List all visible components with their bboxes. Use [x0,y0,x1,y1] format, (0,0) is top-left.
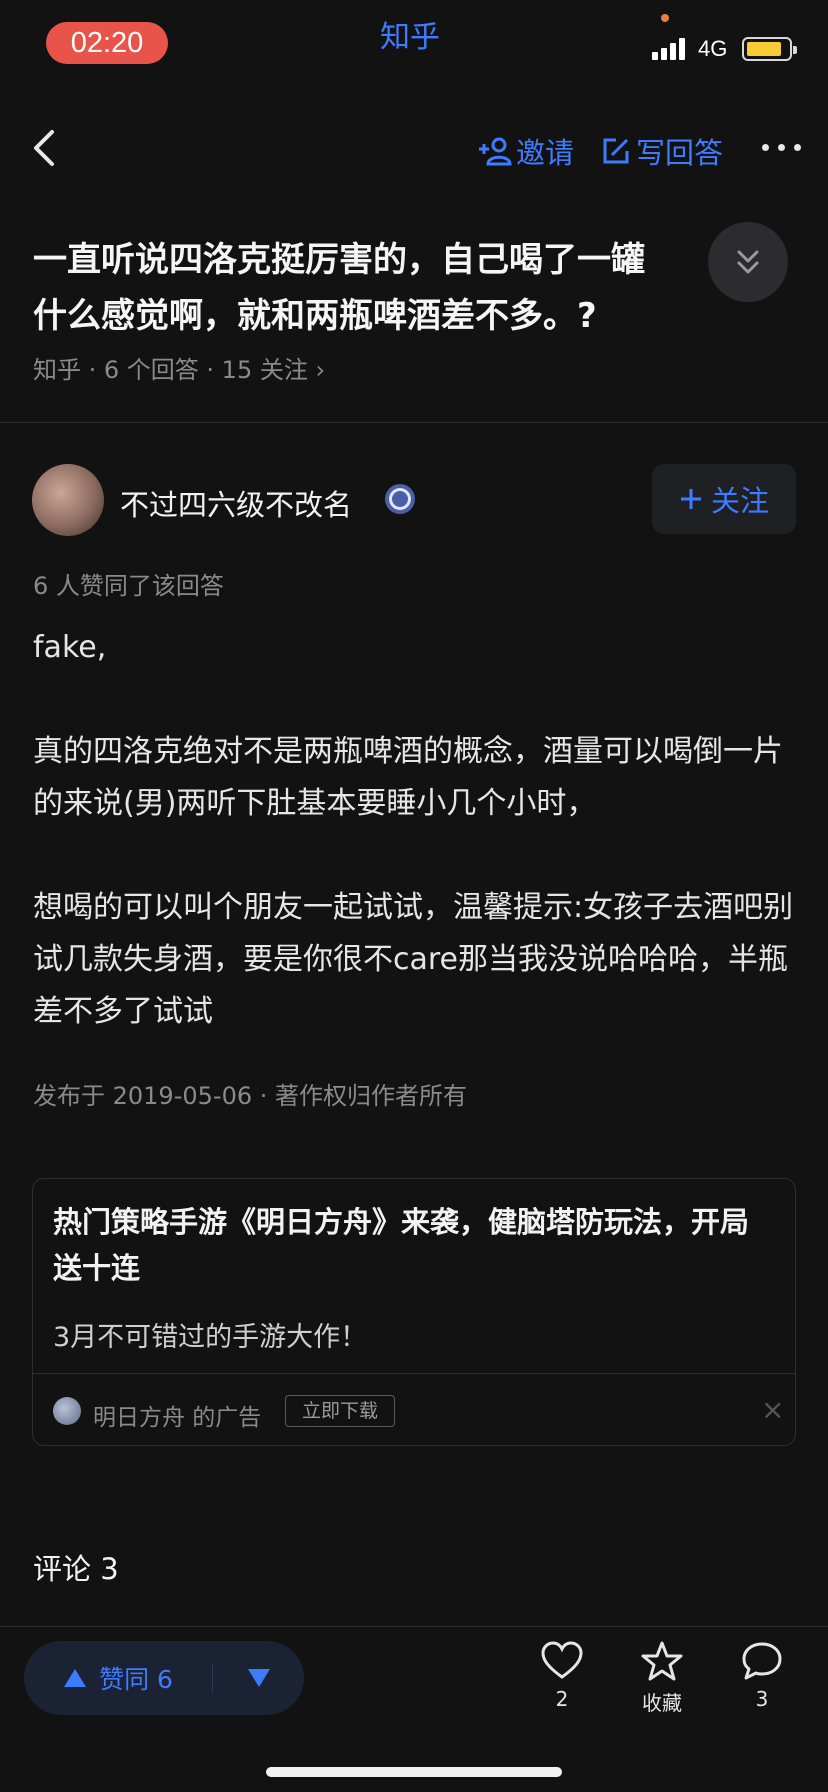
triangle-up-icon [64,1669,87,1687]
section-divider [0,422,828,423]
question-title-line1: 一直听说四洛克挺厉害的，自己喝了一罐 [33,240,645,280]
comment-count: 3 [755,1687,769,1711]
write-answer-label: 写回答 [636,136,724,170]
comment-button[interactable]: 3 [722,1641,802,1711]
bottom-action-bar: 赞同 6 2 收藏 3 [0,1626,828,1792]
privacy-indicator-dot [661,14,669,22]
anniversary-badge-icon [385,484,415,514]
triangle-down-icon [248,1669,270,1687]
answer-vote-summary[interactable]: 6 人赞同了该回答 [33,566,224,601]
ad-download-button[interactable]: 立即下载 [285,1395,395,1427]
upvote-button[interactable]: 赞同 6 [24,1641,212,1715]
like-button[interactable]: 2 [522,1641,602,1711]
battery-icon [742,37,797,61]
status-time: 02:20 [46,22,168,64]
nav-bar: 邀请 写回答 [0,110,828,190]
invite-label: 邀请 [516,136,575,170]
network-type: 4G [698,36,728,61]
collapse-button[interactable] [708,222,788,302]
author-avatar[interactable] [32,464,104,536]
back-arrow-icon [34,130,54,166]
write-answer-button[interactable]: 写回答 [600,130,723,172]
like-count: 2 [555,1687,569,1711]
question-title: 一直听说四洛克挺厉害的，自己喝了一罐 什么感觉啊，就和两瓶啤酒差不多。? [33,232,773,344]
favorite-button[interactable]: 收藏 [622,1641,702,1716]
answer-meta: 发布于 2019-05-06 · 著作权归作者所有 [33,1082,467,1110]
close-icon[interactable]: × [761,1393,784,1426]
edit-icon [603,138,629,164]
ad-source: 明日方舟 的广告 [93,1405,262,1431]
answer-paragraph: 想喝的可以叫个朋友一起试试，温馨提示:女孩子去酒吧别试几款失身酒，要是你很不ca… [33,890,794,1029]
upvote-label: 赞同 6 [99,1665,173,1694]
question-title-line2: 什么感觉啊，就和两瓶啤酒差不多。? [33,296,597,336]
signal-icon [652,36,692,60]
ad-divider [33,1373,795,1374]
add-person-icon [479,137,512,166]
ad-card[interactable]: 热门策略手游《明日方舟》来袭，健脑塔防玩法，开局送十连 3月不可错过的手游大作！… [32,1178,796,1446]
vote-separator [212,1663,213,1693]
ad-title[interactable]: 热门策略手游《明日方舟》来袭，健脑塔防玩法，开局送十连 [53,1199,773,1291]
app-name: 知乎 [380,20,440,55]
more-options-button[interactable] [760,138,804,158]
double-chevron-down-icon [737,250,759,274]
ad-source-avatar [53,1397,81,1425]
invite-button[interactable]: 邀请 [476,130,574,172]
plus-icon [680,489,701,509]
vote-pill: 赞同 6 [24,1641,304,1715]
status-bar: 02:20 知乎 4G [0,0,828,90]
answer-body: fake, 真的四洛克绝对不是两瓶啤酒的概念，酒量可以喝倒一片的来说(男)两听下… [33,622,803,1090]
author-name[interactable]: 不过四六级不改名 [120,482,352,524]
question-meta-link[interactable]: 知乎 · 6 个回答 · 15 关注 › [33,350,325,385]
comments-title: 评论 3 [33,1552,119,1586]
ad-subtitle: 3月不可错过的手游大作！ [53,1322,368,1353]
star-icon [641,1641,683,1681]
home-indicator[interactable] [266,1767,562,1777]
favorite-label: 收藏 [642,1691,682,1715]
heart-icon [541,1641,583,1679]
downvote-button[interactable] [214,1641,304,1715]
comment-bubble-icon [742,1642,782,1680]
follow-button[interactable]: 关注 [652,464,796,534]
answer-paragraph: 真的四洛克绝对不是两瓶啤酒的概念，酒量可以喝倒一片的来说(男)两听下肚基本要睡小… [33,734,783,821]
follow-label: 关注 [710,484,769,518]
answer-paragraph: fake, [33,630,107,665]
back-button[interactable] [24,124,64,172]
